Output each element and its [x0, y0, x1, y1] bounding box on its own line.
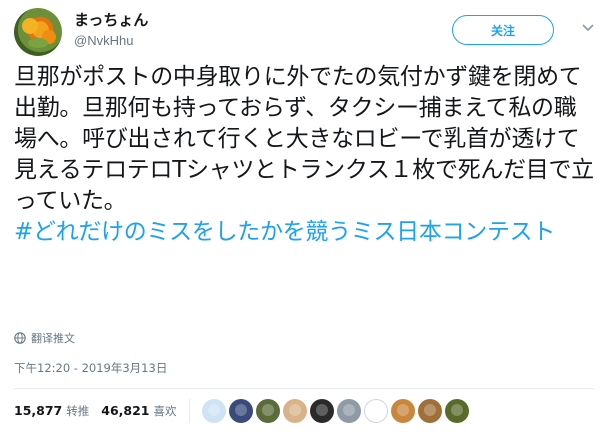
- avatar[interactable]: [14, 8, 62, 56]
- liker-avatar[interactable]: [282, 399, 307, 423]
- globe-icon: [14, 332, 26, 344]
- liker-avatar[interactable]: [201, 399, 226, 423]
- tweet-card: まっちょん @NvkHhu 关注 旦那がポストの中身取りに外でたの気付かず鍵を閉…: [0, 0, 607, 442]
- liker-avatar[interactable]: [309, 399, 334, 423]
- liker-avatar[interactable]: [228, 399, 253, 423]
- likers-avatars: [201, 399, 472, 423]
- stats-divider: [188, 399, 190, 423]
- likes-label: 喜欢: [153, 404, 177, 418]
- translate-label: 翻译推文: [31, 332, 75, 345]
- liker-avatar[interactable]: [417, 399, 442, 423]
- divider: [14, 388, 594, 389]
- retweets-count: 15,877: [14, 403, 63, 418]
- liker-avatar[interactable]: [390, 399, 415, 423]
- display-name[interactable]: まっちょん: [74, 10, 148, 30]
- hashtag-link[interactable]: #どれだけのミスをしたかを競うミス日本コンテスト: [14, 219, 555, 245]
- user-handle[interactable]: @NvkHhu: [74, 32, 148, 50]
- retweets-label: 转推: [66, 404, 90, 418]
- likes-stat[interactable]: 46,821 喜欢: [101, 403, 176, 419]
- tweet-text: 旦那がポストの中身取りに外でたの気付かず鍵を閉めて出勤。旦那何も持っておらず、タ…: [14, 64, 594, 214]
- liker-avatar[interactable]: [363, 399, 388, 423]
- liker-avatar[interactable]: [444, 399, 469, 423]
- liker-avatar[interactable]: [336, 399, 361, 423]
- follow-button[interactable]: 关注: [452, 15, 554, 45]
- translate-tweet-button[interactable]: 翻译推文: [14, 330, 75, 346]
- likes-count: 46,821: [101, 403, 150, 418]
- user-names: まっちょん @NvkHhu: [74, 10, 148, 50]
- tweet-timestamp[interactable]: 下午12:20 - 2019年3月13日: [14, 360, 167, 376]
- tweet-body: 旦那がポストの中身取りに外でたの気付かず鍵を閉めて出勤。旦那何も持っておらず、タ…: [14, 62, 594, 248]
- chevron-down-icon[interactable]: [581, 22, 595, 34]
- liker-avatar[interactable]: [255, 399, 280, 423]
- retweets-stat[interactable]: 15,877 转推: [14, 403, 89, 419]
- tweet-stats: 15,877 转推 46,821 喜欢: [14, 394, 594, 428]
- tweet-header: まっちょん @NvkHhu 关注: [14, 8, 594, 58]
